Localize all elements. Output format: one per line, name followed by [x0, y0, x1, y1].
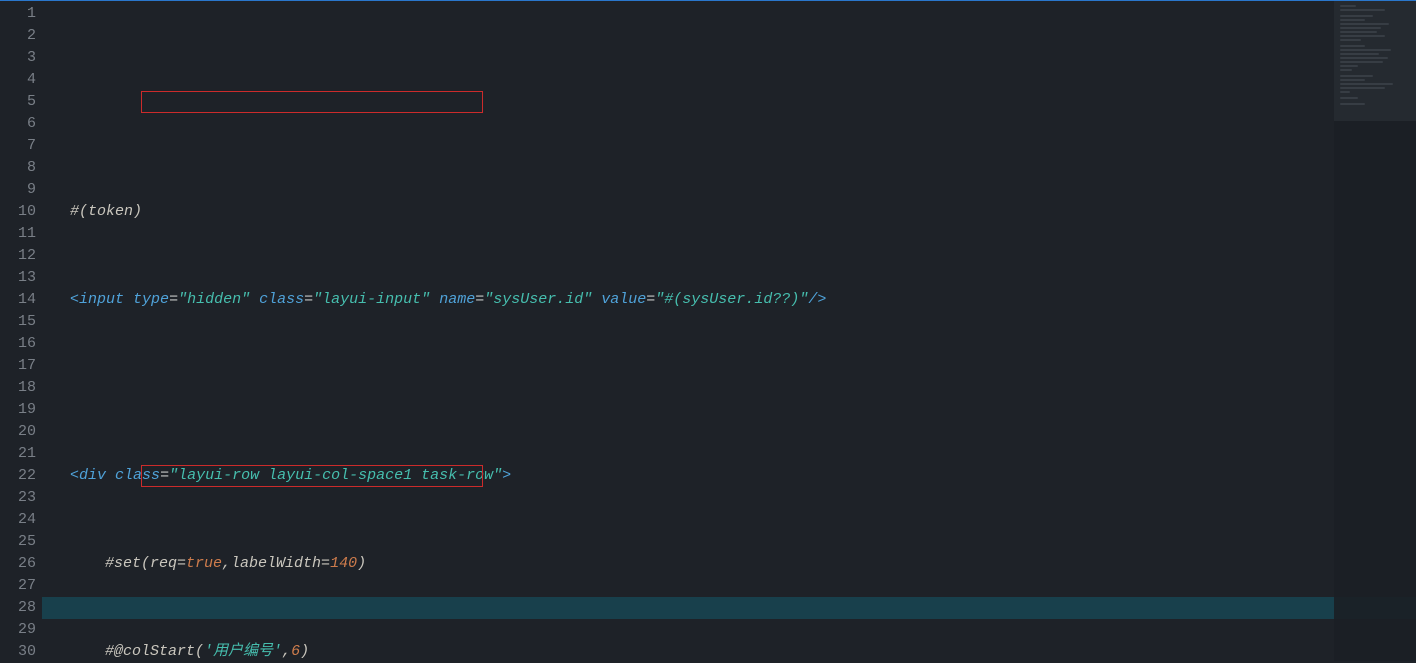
line-number: 27 — [0, 575, 42, 597]
line-number: 23 — [0, 487, 42, 509]
highlight-box — [141, 465, 483, 487]
line-number: 13 — [0, 267, 42, 289]
code-line[interactable] — [42, 377, 1416, 399]
code-editor[interactable]: 1 2 3 4 5 6 7 8 9 10 11 12 13 14 15 16 1… — [0, 0, 1416, 661]
line-number: 3 — [0, 47, 42, 69]
line-number: 28 — [0, 597, 42, 619]
line-number: 30 — [0, 641, 42, 663]
code-line[interactable]: #set(req=true,labelWidth=140) — [42, 553, 1416, 575]
line-number: 25 — [0, 531, 42, 553]
code-line[interactable]: <input type="hidden" class="layui-input"… — [42, 289, 1416, 311]
line-number: 29 — [0, 619, 42, 641]
line-number: 7 — [0, 135, 42, 157]
line-number: 9 — [0, 179, 42, 201]
highlight-box — [141, 91, 483, 113]
line-number: 2 — [0, 25, 42, 47]
line-number: 15 — [0, 311, 42, 333]
line-number: 12 — [0, 245, 42, 267]
line-number: 17 — [0, 355, 42, 377]
line-number: 5 — [0, 91, 42, 113]
code-area[interactable]: #(token) <input type="hidden" class="lay… — [42, 1, 1416, 661]
line-number: 26 — [0, 553, 42, 575]
line-number: 19 — [0, 399, 42, 421]
line-number: 20 — [0, 421, 42, 443]
line-number: 21 — [0, 443, 42, 465]
code-line[interactable]: #(token) — [42, 201, 1416, 223]
current-line-highlight — [42, 597, 1416, 619]
line-number: 6 — [0, 113, 42, 135]
line-number: 11 — [0, 223, 42, 245]
line-number-gutter: 1 2 3 4 5 6 7 8 9 10 11 12 13 14 15 16 1… — [0, 1, 42, 661]
line-number: 16 — [0, 333, 42, 355]
line-number: 18 — [0, 377, 42, 399]
line-number: 14 — [0, 289, 42, 311]
code-line[interactable]: #@colStart('用户编号',6) — [42, 641, 1416, 661]
line-number: 24 — [0, 509, 42, 531]
line-number: 10 — [0, 201, 42, 223]
minimap[interactable] — [1334, 1, 1416, 661]
line-number: 1 — [0, 3, 42, 25]
line-number: 4 — [0, 69, 42, 91]
line-number: 8 — [0, 157, 42, 179]
line-number: 22 — [0, 465, 42, 487]
